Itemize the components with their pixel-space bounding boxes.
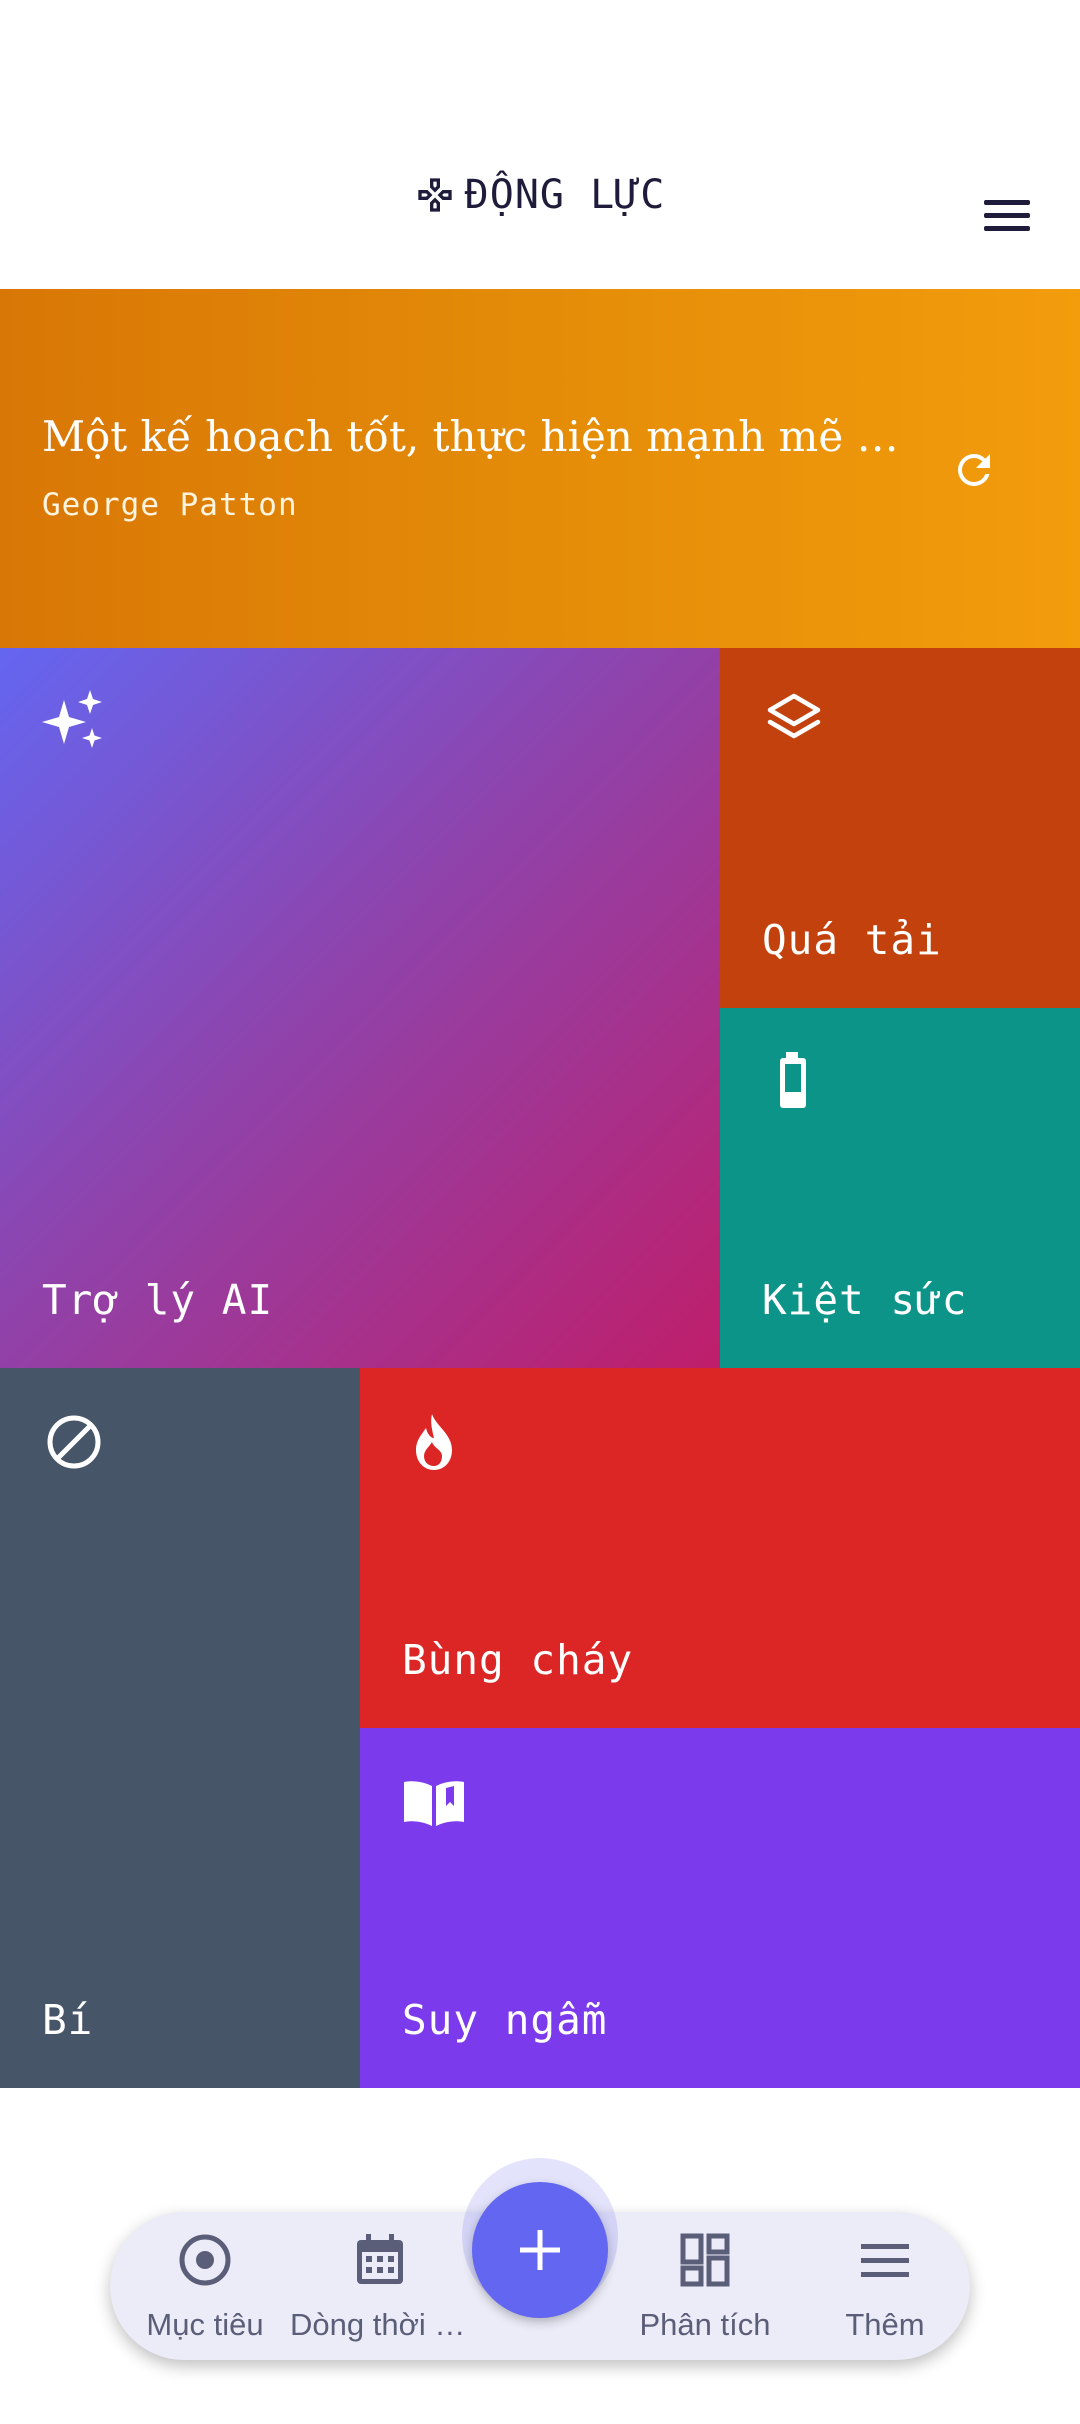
nav-item-more-label: Thêm: [845, 2307, 925, 2342]
tile-burnout[interactable]: Kiệt sức: [720, 1008, 1080, 1368]
hamburger-menu-icon[interactable]: [976, 190, 1036, 240]
block-icon: [47, 1415, 101, 1469]
tile-burnout-label: Kiệt sức: [762, 1276, 968, 1324]
tile-stuck-label: Bí: [42, 1996, 94, 2044]
quote-banner[interactable]: [0, 289, 1080, 648]
gamepad-icon: [418, 178, 452, 212]
tile-reflect[interactable]: Suy ngẫm: [360, 1728, 1080, 2088]
tile-overload-label: Quá tải: [762, 916, 942, 964]
refresh-icon[interactable]: [950, 446, 998, 494]
flame-icon: [416, 1414, 452, 1470]
tile-on-fire[interactable]: Bùng cháy: [360, 1368, 1080, 1728]
nav-item-timeline[interactable]: Dòng thời gian: [290, 2212, 470, 2360]
sparkles-icon: [42, 690, 102, 748]
top-app-bar: ĐỘNG LỰC: [0, 0, 1080, 289]
plus-icon: [520, 2230, 560, 2270]
app-title-text: ĐỘNG LỰC: [464, 172, 666, 218]
nav-item-timeline-label: Dòng thời gian: [290, 2307, 470, 2342]
open-book-icon: [404, 1781, 464, 1826]
tile-ai-assistant-label: Trợ lý AI: [42, 1276, 274, 1324]
quote-text: Một kế hoạch tốt, thực hiện mạnh mẽ ngay…: [42, 412, 922, 461]
dashboard-icon: [680, 2233, 730, 2287]
tile-stuck[interactable]: Bí: [0, 1368, 360, 2088]
tile-on-fire-label: Bùng cháy: [402, 1636, 634, 1684]
calendar-icon: [357, 2234, 403, 2284]
tile-reflect-label: Suy ngẫm: [402, 1996, 608, 2044]
tile-ai-assistant[interactable]: Trợ lý AI: [0, 648, 720, 1368]
more-menu-icon: [861, 2244, 909, 2277]
layers-icon: [767, 693, 821, 739]
tile-overload[interactable]: Quá tải: [720, 648, 1080, 1008]
target-icon: [179, 2234, 231, 2286]
app-title: ĐỘNG LỰC: [0, 162, 1080, 228]
nav-item-goals[interactable]: Mục tiêu: [110, 2212, 300, 2360]
nav-item-goals-label: Mục tiêu: [146, 2307, 264, 2342]
nav-item-more[interactable]: Thêm: [800, 2212, 970, 2360]
nav-item-analytics[interactable]: Phân tích: [620, 2212, 790, 2360]
nav-item-analytics-label: Phân tích: [639, 2307, 771, 2342]
battery-low-icon: [780, 1052, 806, 1108]
quote-author: George Patton: [42, 487, 298, 523]
add-button[interactable]: [472, 2182, 608, 2318]
